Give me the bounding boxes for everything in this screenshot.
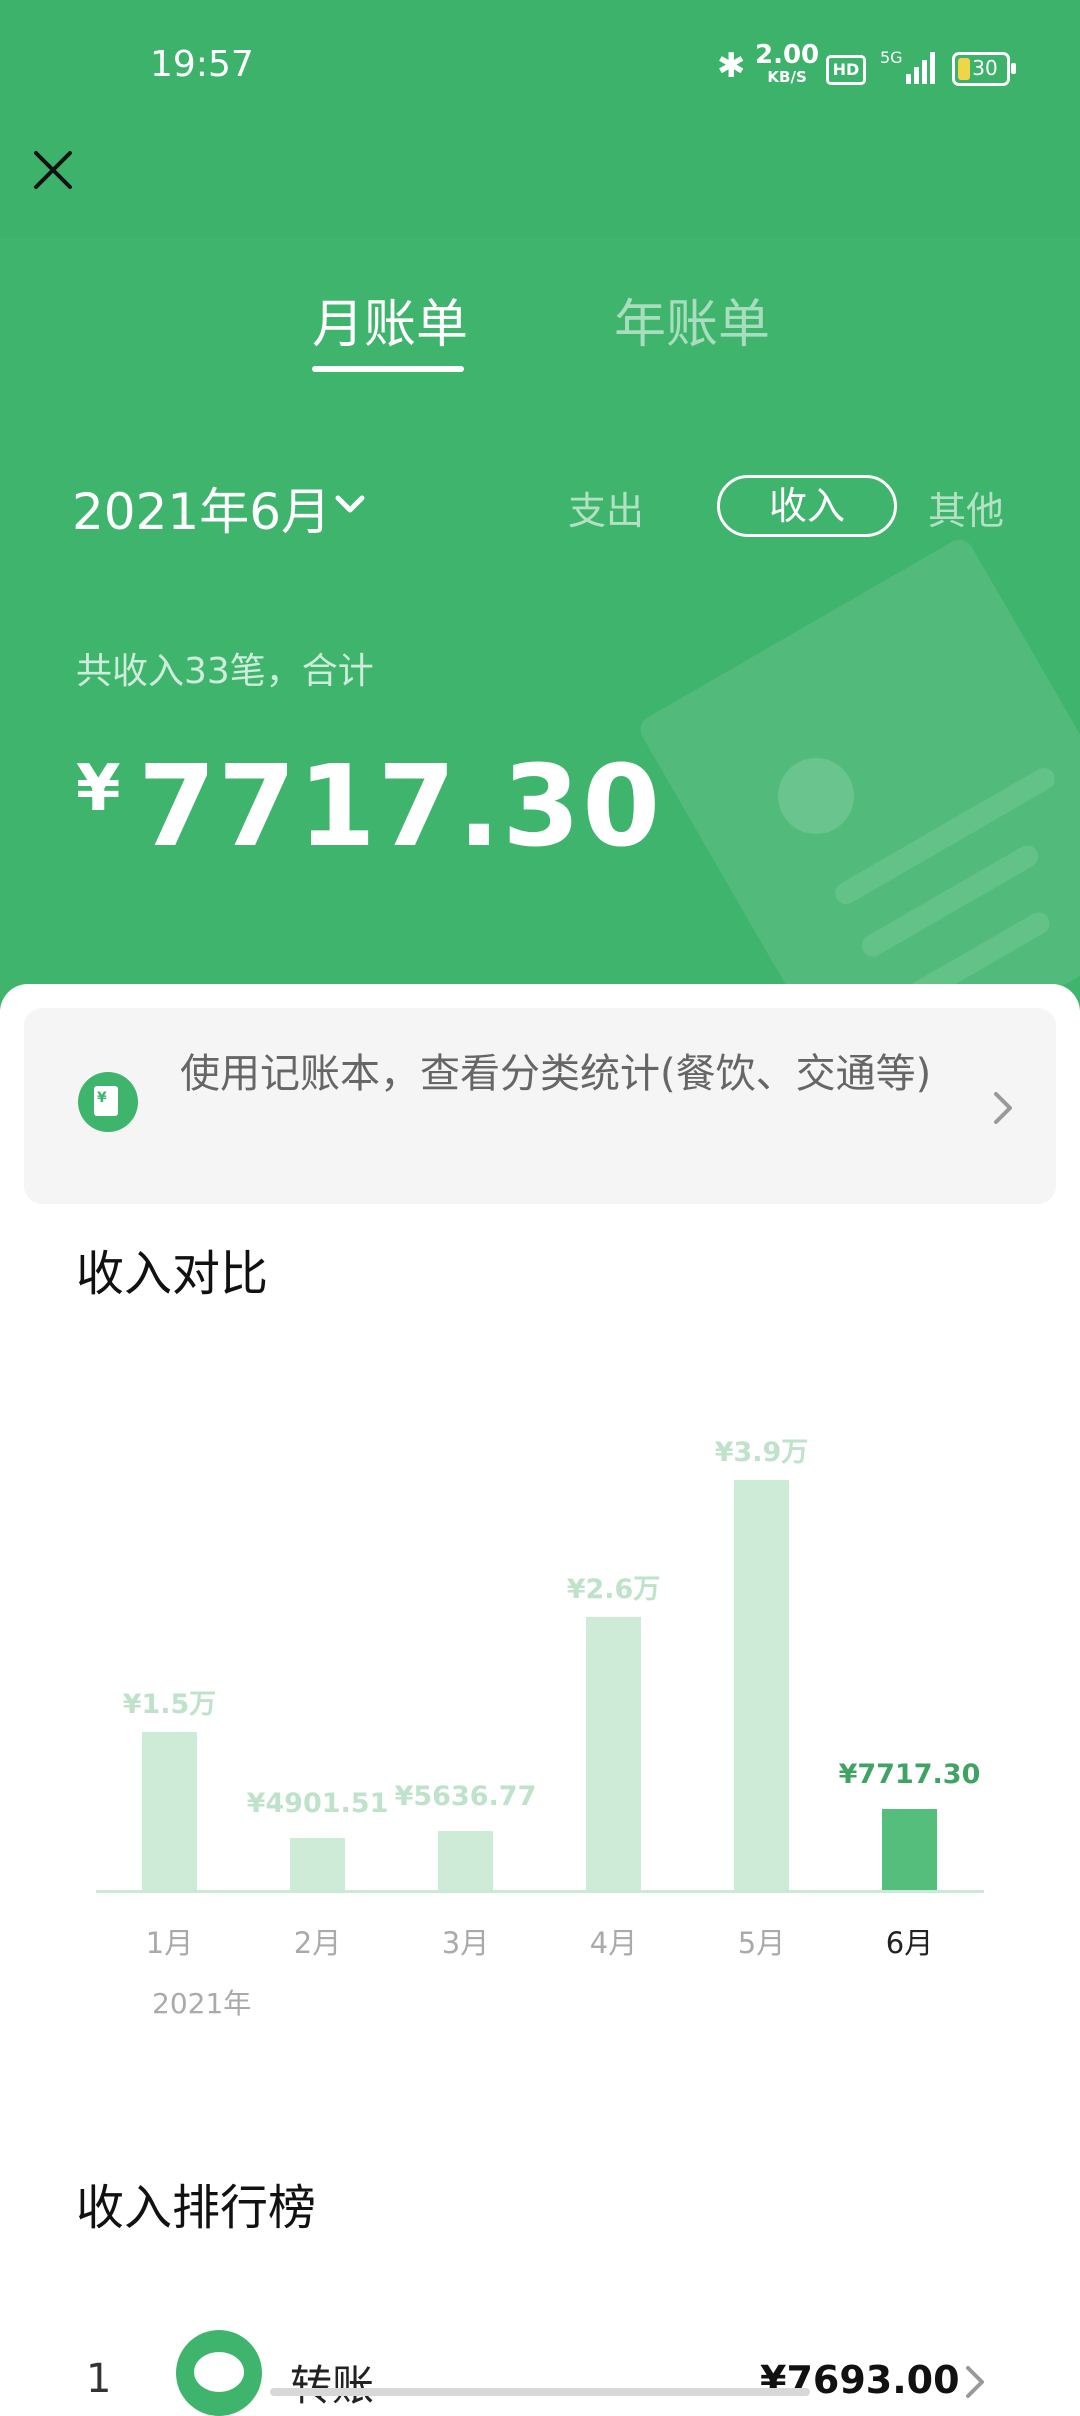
month-selector[interactable]: 2021年6月 <box>72 472 331 544</box>
chart-bar <box>586 1616 641 1890</box>
chart-value-label: ¥5636.77 <box>394 1780 537 1812</box>
tab-monthly-bill[interactable]: 月账单 <box>312 282 468 357</box>
chart-tick-label: 1月 <box>145 1926 194 1960</box>
network-type: 5G <box>880 48 903 67</box>
chevron-down-icon[interactable] <box>330 484 370 524</box>
chart-tick-label: 4月 <box>589 1926 638 1960</box>
header-panel: 19:57 ✱ 2.00 KB/S HD 5G 30 月账单 年账单 2021年… <box>0 0 1080 1010</box>
banner-text: 使用记账本，查看分类统计(餐饮、交通等) <box>180 1051 932 1097</box>
battery-icon: 30 <box>952 52 1016 86</box>
chart-baseline <box>96 1890 984 1893</box>
chart-value-label: ¥1.5万 <box>122 1689 217 1721</box>
ranking-name: 转账 <box>290 2361 375 2410</box>
bluetooth-icon: ✱ <box>717 46 746 86</box>
chart-value-label: ¥2.6万 <box>566 1573 661 1605</box>
chart-tick-label: 3月 <box>441 1926 490 1960</box>
signal-icon <box>906 52 935 84</box>
currency-symbol: ¥ <box>76 752 121 826</box>
filter-expense[interactable]: 支出 <box>568 480 644 535</box>
chart-bar <box>142 1732 197 1890</box>
chart-bar <box>882 1808 937 1890</box>
hd-icon: HD <box>826 55 866 85</box>
income-summary: 共收入33笔，合计 <box>76 651 374 692</box>
chart-bar <box>438 1830 493 1890</box>
chevron-right-icon <box>966 2366 984 2398</box>
status-bar: 19:57 ✱ 2.00 KB/S HD 5G 30 <box>0 0 1080 130</box>
ranking-title: 收入排行榜 <box>76 2180 317 2236</box>
bookkeeping-banner[interactable]: ¥ 使用记账本，查看分类统计(餐饮、交通等) <box>24 1008 1056 1204</box>
ranking-number: 1 <box>86 2356 112 2402</box>
battery-level: 30 <box>972 56 998 80</box>
filter-income[interactable]: 收入 <box>717 475 897 537</box>
filter-other[interactable]: 其他 <box>928 480 1004 535</box>
chart-bar <box>734 1480 789 1890</box>
network-speed: 2.00 KB/S <box>755 42 819 88</box>
close-icon[interactable] <box>28 145 78 195</box>
income-comparison-chart: 2021年 ¥1.5万 1月 ¥4901.51 2月 ¥5636.77 3月 ¥2.6万 4月… <box>0 1380 1080 2040</box>
chart-tick-label: 2月 <box>293 1926 342 1960</box>
chart-bar <box>290 1838 345 1890</box>
home-indicator <box>270 2388 810 2396</box>
ledger-icon: ¥ <box>78 1072 138 1132</box>
status-time: 19:57 <box>150 44 254 85</box>
comparison-title: 收入对比 <box>76 1246 269 1302</box>
active-tab-indicator <box>312 366 464 372</box>
chart-tick-label: 6月 <box>885 1926 934 1960</box>
chevron-right-icon <box>994 1092 1012 1124</box>
chart-value-label: ¥7717.30 <box>838 1758 981 1790</box>
chart-year-label: 2021年 <box>152 1987 252 2020</box>
transfer-icon <box>176 2330 262 2416</box>
tab-yearly-bill[interactable]: 年账单 <box>614 282 770 357</box>
chart-value-label: ¥3.9万 <box>714 1437 809 1468</box>
bill-decoration-dot <box>778 758 854 834</box>
chart-tick-label: 5月 <box>737 1926 786 1960</box>
total-amount: 7717.30 <box>138 742 663 872</box>
ranking-item[interactable]: 1 转账 ¥7693.00 <box>0 2330 1080 2416</box>
